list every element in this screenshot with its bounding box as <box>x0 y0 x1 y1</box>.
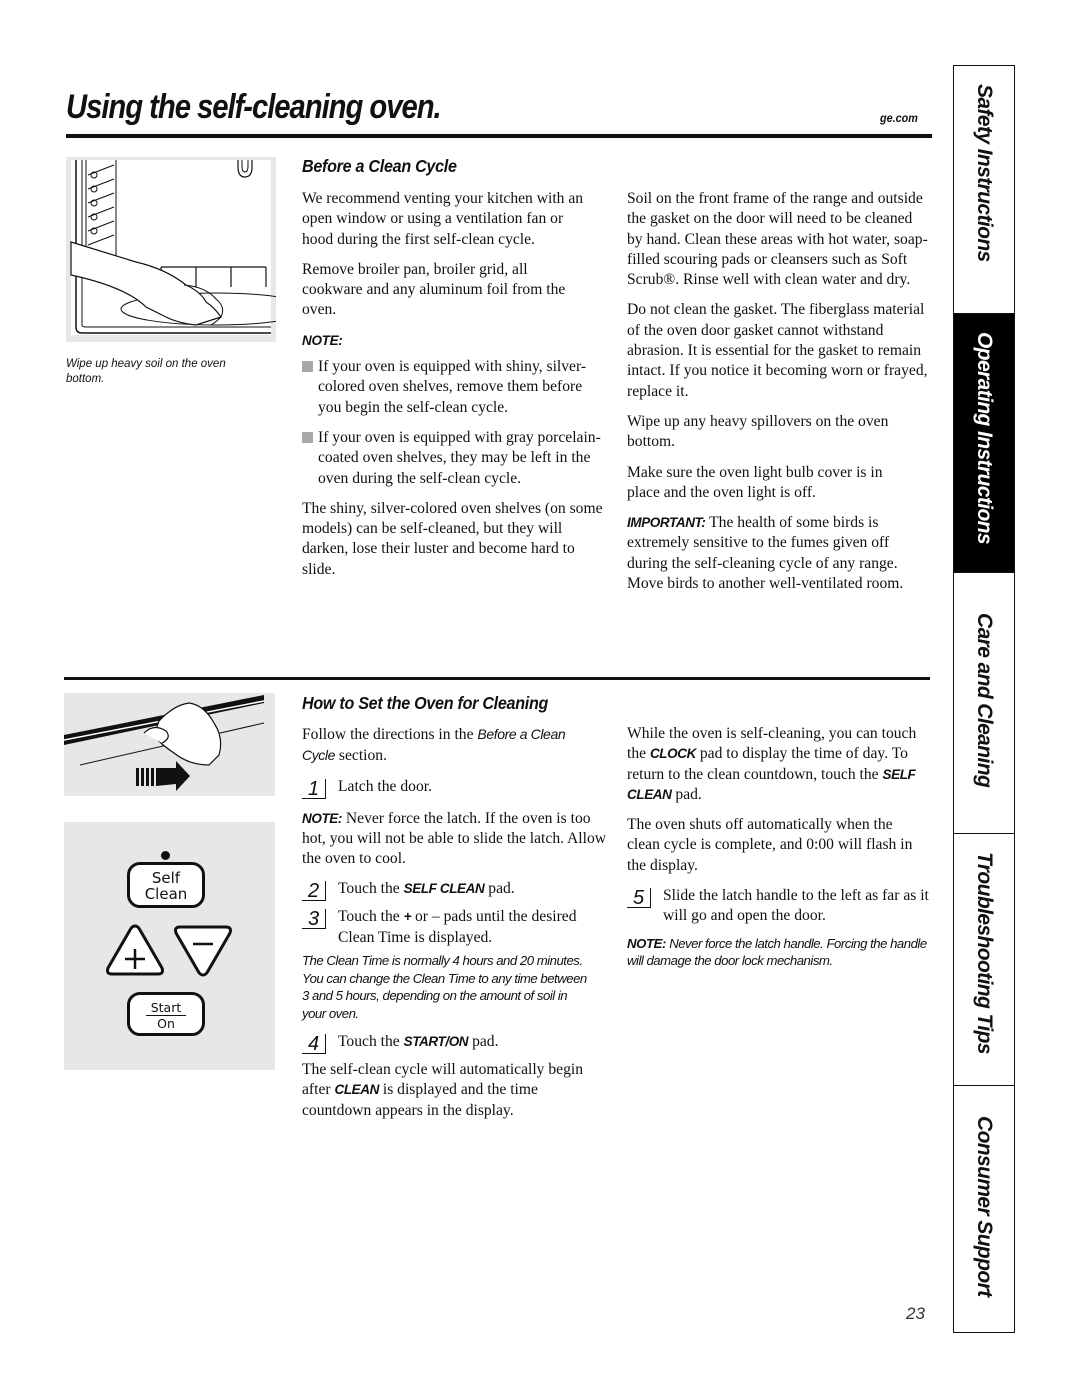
light-bulb-paragraph: Make sure the oven light bulb cover is i… <box>627 463 883 501</box>
start-key-label: Start <box>146 1000 186 1016</box>
tab-label: Safety Instructions <box>973 84 996 262</box>
oven-wipe-illustration-icon <box>70 160 312 335</box>
gasket-paragraph: Do not clean the gasket. The fiberglass … <box>627 301 928 400</box>
self-clean-key[interactable]: Self Clean <box>127 862 205 908</box>
bullet-text: If your oven is equipped with shiny, sil… <box>318 358 587 416</box>
bullet-text: If your oven is equipped with gray porce… <box>318 428 601 487</box>
step-2: 2 Touch the SELF CLEAN pad. <box>302 879 607 902</box>
step-number: 2 <box>302 881 326 902</box>
intro-text-end: section. <box>335 747 387 765</box>
on-key-label: On <box>157 1016 175 1031</box>
shutoff-paragraph: The oven shuts off automatically when th… <box>627 816 913 874</box>
latch-handle-note: NOTE: Never force the latch handle. Forc… <box>627 935 932 970</box>
note-label: NOTE: <box>302 332 343 348</box>
page-title: Using the self-cleaning oven. <box>66 88 442 126</box>
clean-keyword: CLEAN <box>334 1082 379 1098</box>
self-clean-key-line2: Clean <box>144 885 188 903</box>
bullet-square-icon <box>302 431 313 443</box>
bullet-square-icon <box>302 361 313 373</box>
tab-label: Care and Cleaning <box>973 613 996 788</box>
tab-troubleshooting-tips[interactable]: Troubleshooting Tips <box>953 833 1015 1086</box>
self-clean-keyword: SELF CLEAN <box>403 881 485 897</box>
latch-note: NOTE: Never force the latch. If the oven… <box>302 809 607 870</box>
list-item: If your oven is equipped with shiny, sil… <box>302 357 607 418</box>
start-on-keyword: START/ON <box>403 1034 469 1050</box>
before-clean-right-column: Soil on the front frame of the range and… <box>627 189 930 604</box>
latch-figure <box>63 693 275 796</box>
clean-time-note: The Clean Time is normally 4 hours and 2… <box>302 953 587 1021</box>
note-label: NOTE: <box>627 935 667 951</box>
shiny-shelves-paragraph: The shiny, silver-colored oven shelves (… <box>302 499 603 578</box>
tab-label: Consumer Support <box>973 1116 996 1297</box>
note-label: NOTE: <box>302 810 342 826</box>
tab-consumer-support[interactable]: Consumer Support <box>953 1085 1015 1333</box>
tab-safety-instructions[interactable]: Safety Instructions <box>953 65 1015 315</box>
minus-key[interactable] <box>172 924 234 979</box>
step-1: 1 Latch the door. <box>302 777 607 799</box>
step-number: 4 <box>302 1034 326 1055</box>
indicator-dot-icon <box>161 851 170 860</box>
step-text: Touch the START/ON pad. <box>338 1033 499 1051</box>
clock-paragraph: While the oven is self-cleaning, you can… <box>627 725 917 803</box>
how-to-set-right-column: While the oven is self-cleaning, you can… <box>627 724 932 980</box>
step-4: 4 Touch the START/ON pad. <box>302 1032 607 1055</box>
plus-key[interactable] <box>104 922 166 977</box>
important-paragraph: IMPORTANT: The health of some birds is e… <box>627 513 930 594</box>
step-5: 5 Slide the latch handle to the left as … <box>627 886 932 927</box>
site-link[interactable]: ge.com <box>880 111 918 125</box>
auto-begin-paragraph: The self-clean cycle will automatically … <box>302 1061 583 1119</box>
control-panel-figure: Self Clean Start On <box>64 822 275 1070</box>
front-frame-paragraph: Soil on the front frame of the range and… <box>627 190 928 289</box>
step-3: 3 Touch the + or – pads until the desire… <box>302 907 607 948</box>
start-on-key[interactable]: Start On <box>127 992 205 1036</box>
how-to-set-left-column: Follow the directions in the Before a Cl… <box>302 724 607 1131</box>
step-text: Latch the door. <box>338 777 432 795</box>
how-to-set-heading: How to Set the Oven for Cleaning <box>302 693 549 713</box>
clock-keyword: CLOCK <box>649 746 696 762</box>
before-clean-heading: Before a Clean Cycle <box>302 156 457 176</box>
spillovers-paragraph: Wipe up any heavy spillovers on the oven… <box>627 412 889 451</box>
note-text: Never force the latch handle. Forcing th… <box>627 935 927 969</box>
step-number: 5 <box>627 888 651 909</box>
step-number: 1 <box>302 778 326 799</box>
oven-wipe-figure <box>66 157 312 342</box>
step-text: Touch the + or – pads until the desired … <box>338 908 577 946</box>
tab-care-and-cleaning[interactable]: Care and Cleaning <box>953 572 1015 834</box>
section-divider <box>64 677 930 680</box>
intro-paragraph: Follow the directions in the Before a Cl… <box>302 724 587 767</box>
plus-keyword: + <box>403 909 412 925</box>
before-clean-left-column: We recommend venting your kitchen with a… <box>302 189 607 590</box>
tab-label: Troubleshooting Tips <box>973 852 996 1054</box>
venting-paragraph: We recommend venting your kitchen with a… <box>302 190 584 248</box>
tab-operating-instructions[interactable]: Operating Instructions <box>953 313 1015 573</box>
important-label: IMPORTANT: <box>627 515 706 531</box>
remove-items-paragraph: Remove broiler pan, broiler grid, all co… <box>302 260 566 319</box>
note-text: Never force the latch. If the oven is to… <box>302 809 607 868</box>
title-divider <box>66 134 932 138</box>
tab-label: Operating Instructions <box>973 332 996 544</box>
list-item: If your oven is equipped with gray porce… <box>302 428 607 489</box>
self-clean-key-line1: Self <box>151 869 181 887</box>
page-number: 23 <box>906 1304 925 1323</box>
intro-text: Follow the directions in the <box>302 726 478 743</box>
step-number: 3 <box>302 909 326 930</box>
step-text: Slide the latch handle to the left as fa… <box>663 887 929 925</box>
step-text: Touch the SELF CLEAN pad. <box>338 880 515 898</box>
oven-wipe-caption: Wipe up heavy soil on the oven bottom. <box>66 358 226 385</box>
door-latch-illustration-icon <box>63 695 265 791</box>
